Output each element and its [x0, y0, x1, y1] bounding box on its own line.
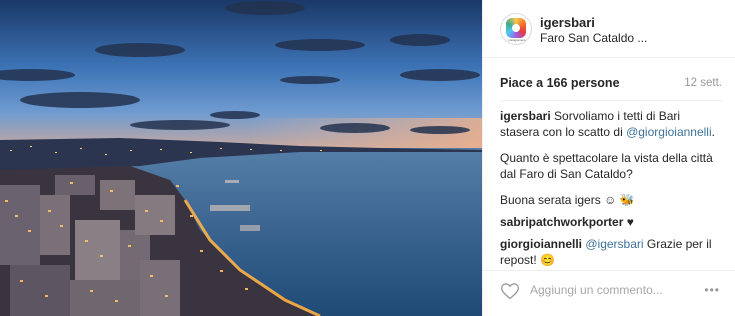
- instagramers-logo-icon: [506, 18, 526, 38]
- caption-line: stasera con lo scatto di @giorgioiannell…: [500, 124, 726, 140]
- caption-author-link[interactable]: igersbari: [500, 109, 551, 123]
- username-link[interactable]: igersbari: [540, 15, 595, 30]
- post-side-panel: instagramers igersbari Faro San Cataldo …: [482, 0, 735, 316]
- comment-item: giorgioiannelli @igersbari Grazie per il…: [500, 236, 726, 268]
- avatar-caption: instagramers: [508, 38, 526, 42]
- instagram-post: instagramers igersbari Faro San Cataldo …: [0, 0, 735, 316]
- caption-text: .: [711, 125, 715, 139]
- divider: [500, 100, 722, 101]
- mention-link[interactable]: @giorgioiannelli: [626, 125, 712, 139]
- comment-line: giorgioiannelli @igersbari Grazie per il: [500, 236, 726, 252]
- likes-count[interactable]: Piace a 166 persone: [500, 76, 620, 90]
- comment-text: Grazie per il: [646, 237, 712, 251]
- post-photo[interactable]: [0, 0, 482, 316]
- comment-item: sabripatchworkporter ♥: [500, 214, 726, 230]
- mention-link[interactable]: @igersbari: [585, 237, 643, 251]
- comments-list: igersbari Sorvoliamo i tetti di Bari sta…: [500, 108, 726, 274]
- caption-text: Sorvoliamo i tetti di Bari: [554, 109, 681, 123]
- likes-row: Piace a 166 persone 12 sett.: [500, 76, 722, 92]
- comment-author-link[interactable]: giorgioiannelli: [500, 237, 582, 251]
- bari-coast-photo: [0, 0, 482, 316]
- post-time[interactable]: 12 sett.: [684, 77, 722, 89]
- comment-author-link[interactable]: sabripatchworkporter: [500, 215, 623, 229]
- comment-text: repost! 😊: [500, 253, 555, 267]
- location-link[interactable]: Faro San Cataldo ...: [540, 31, 647, 45]
- caption-line: Buona serata igers ☺ 🐝: [500, 193, 635, 207]
- caption-line: dal Faro di San Cataldo?: [500, 167, 633, 181]
- caption: igersbari Sorvoliamo i tetti di Bari sta…: [500, 108, 726, 208]
- post-header: instagramers igersbari Faro San Cataldo …: [483, 0, 735, 58]
- comment-line: sabripatchworkporter ♥: [500, 214, 726, 230]
- add-comment-input[interactable]: Aggiungi un commento...: [530, 283, 663, 297]
- more-options-button[interactable]: •••: [704, 283, 720, 297]
- comment-bar: Aggiungi un commento... •••: [483, 270, 735, 316]
- comment-text: ♥: [626, 215, 634, 229]
- heart-icon[interactable]: [500, 281, 520, 301]
- caption-text: stasera con lo scatto di: [500, 125, 627, 139]
- caption-line: Quanto è spettacolare la vista della cit…: [500, 151, 713, 165]
- caption-line: igersbari Sorvoliamo i tetti di Bari: [500, 108, 726, 124]
- avatar[interactable]: instagramers: [500, 13, 532, 45]
